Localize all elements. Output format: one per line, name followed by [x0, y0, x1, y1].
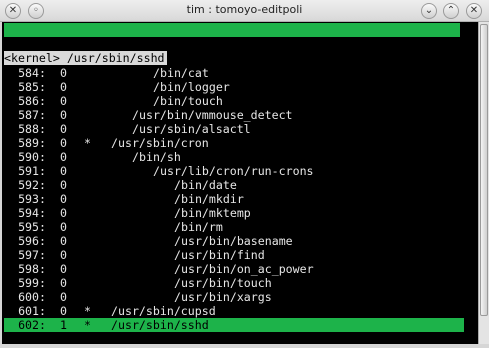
domain-index: 592: — [18, 178, 46, 192]
window-bottom-border — [0, 344, 489, 348]
domain-profile: 0 — [60, 94, 67, 108]
domain-profile: 0 — [60, 220, 67, 234]
domain-initializer-mark: * — [84, 304, 91, 318]
domain-row[interactable]: 599: 0/usr/bin/touch — [4, 276, 480, 290]
domain-index: 591: — [18, 164, 46, 178]
domain-path: /usr/sbin/alsactl — [132, 122, 251, 136]
domain-profile: 0 — [60, 122, 67, 136]
domain-path: /usr/sbin/cupsd — [111, 304, 216, 318]
domain-initializer-mark: * — [84, 318, 91, 332]
domain-index: 595: — [18, 220, 46, 234]
domain-row[interactable]: 592: 0/bin/date — [4, 178, 480, 192]
domain-path: /usr/bin/touch — [174, 276, 272, 290]
close-icon[interactable]: ✕ — [466, 3, 482, 19]
domain-row[interactable]: 586: 0/bin/touch — [4, 94, 480, 108]
domain-row[interactable]: 601: 0 * /usr/sbin/cupsd — [4, 304, 480, 318]
domain-index: 593: — [18, 192, 46, 206]
maximize-icon[interactable]: ⌃ — [443, 3, 459, 19]
domain-row[interactable]: 587: 0/usr/bin/vmmouse_detect — [4, 108, 480, 122]
domain-profile: 0 — [60, 150, 67, 164]
domain-profile: 0 — [60, 80, 67, 94]
domain-index: 587: — [18, 108, 46, 122]
domain-index: 601: — [18, 304, 46, 318]
domain-index: 599: — [18, 276, 46, 290]
domain-row[interactable]: 595: 0/bin/rm — [4, 220, 480, 234]
domain-profile: 0 — [60, 164, 67, 178]
domain-row[interactable]: 594: 0/bin/mktemp — [4, 206, 480, 220]
domain-row[interactable]: 591: 0/usr/lib/cron/run-crons — [4, 164, 480, 178]
domain-index: 600: — [18, 290, 46, 304]
domain-index: 602: — [18, 318, 46, 332]
domain-index: 594: — [18, 206, 46, 220]
domain-path: /usr/bin/find — [174, 248, 265, 262]
domain-profile: 0 — [60, 248, 67, 262]
domain-profile: 0 — [60, 136, 67, 150]
terminal-area[interactable]: <<< Domain Transition Editor >>> 603 dom… — [2, 22, 478, 344]
domain-profile: 0 — [60, 108, 67, 122]
domain-path: /usr/bin/xargs — [174, 290, 272, 304]
domain-path: /bin/mkdir — [174, 192, 244, 206]
domain-row[interactable]: 585: 0/bin/logger — [4, 80, 480, 94]
domain-path: /usr/bin/vmmouse_detect — [132, 108, 293, 122]
domain-row-selected[interactable]: 602: 1 * /usr/sbin/sshd — [4, 318, 464, 332]
domain-index: 598: — [18, 262, 46, 276]
domain-index: 596: — [18, 234, 46, 248]
editor-title: <<< Domain Transition Editor >>> — [6, 37, 230, 51]
domain-path: /bin/touch — [153, 94, 223, 108]
domain-index: 585: — [18, 80, 46, 94]
domain-path: /usr/sbin/sshd — [111, 318, 209, 332]
domain-profile: 0 — [60, 234, 67, 248]
domain-path: /bin/mktemp — [174, 206, 251, 220]
domain-index: 588: — [18, 122, 46, 136]
domain-profile: 0 — [60, 290, 67, 304]
domain-profile: 1 — [60, 318, 67, 332]
domain-profile: 0 — [60, 276, 67, 290]
domain-row[interactable]: 590: 0/bin/sh — [4, 150, 480, 164]
domain-index: 586: — [18, 94, 46, 108]
domain-profile: 0 — [60, 262, 67, 276]
domain-row[interactable]: 596: 0/usr/bin/basename — [4, 234, 480, 248]
domain-path: /usr/bin/on_ac_power — [174, 262, 314, 276]
domain-path: /bin/cat — [153, 66, 209, 80]
domain-profile: 0 — [60, 304, 67, 318]
window-title: tim : tomoyo-editpoli — [186, 3, 303, 16]
domain-path: /bin/rm — [174, 220, 223, 234]
minimize-icon[interactable]: ⌄ — [421, 3, 437, 19]
domain-row[interactable]: 588: 0/usr/sbin/alsactl — [4, 122, 480, 136]
domain-index: 597: — [18, 248, 46, 262]
domain-path: /bin/sh — [132, 150, 181, 164]
domain-index: 584: — [18, 66, 46, 80]
domain-path: /bin/logger — [153, 80, 230, 94]
domain-count: 603 domains — [272, 51, 349, 65]
domain-row[interactable]: 597: 0/usr/bin/find — [4, 248, 480, 262]
current-domain: <kernel> /usr/sbin/sshd — [4, 51, 167, 65]
domain-path: /usr/sbin/cron — [111, 136, 209, 150]
domain-index: 589: — [18, 136, 46, 150]
domain-row[interactable]: 589: 0 * /usr/sbin/cron — [4, 136, 480, 150]
domain-profile: 0 — [60, 66, 67, 80]
domain-path: /bin/date — [174, 178, 237, 192]
domain-profile: 0 — [60, 192, 67, 206]
domain-path: /usr/lib/cron/run-crons — [153, 164, 314, 178]
window-titlebar[interactable]: ✕ ◦ tim : tomoyo-editpoli ⌄ ⌃ ✕ — [0, 0, 489, 22]
editor-header-bar: <<< Domain Transition Editor >>> 603 dom… — [4, 23, 461, 79]
domain-row[interactable]: 600: 0/usr/bin/xargs — [4, 290, 480, 304]
scrollbar[interactable] — [478, 22, 489, 344]
domain-initializer-mark: * — [84, 136, 91, 150]
domain-row[interactable]: 593: 0/bin/mkdir — [4, 192, 480, 206]
scrollbar-thumb[interactable] — [480, 24, 488, 316]
domain-row[interactable]: 584: 0/bin/cat — [4, 66, 480, 80]
domain-path: /usr/bin/basename — [174, 234, 293, 248]
domain-profile: 0 — [60, 206, 67, 220]
domain-profile: 0 — [60, 178, 67, 192]
domain-row[interactable]: 598: 0/usr/bin/on_ac_power — [4, 262, 480, 276]
domain-index: 590: — [18, 150, 46, 164]
